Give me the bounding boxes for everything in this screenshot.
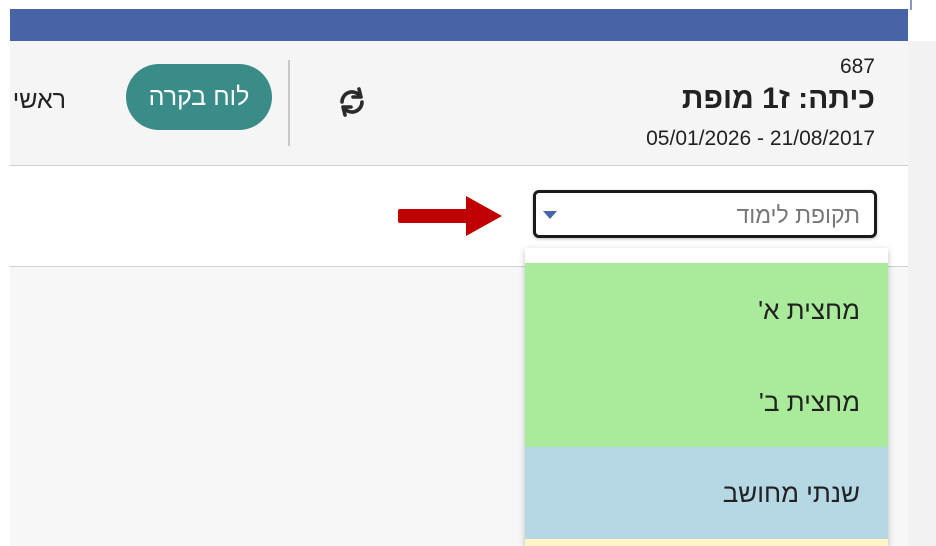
option-annual-calculated[interactable]: שנתי מחושב — [525, 447, 888, 539]
header-divider — [288, 60, 290, 146]
select-placeholder: תקופת לימוד — [736, 202, 860, 228]
study-period-select[interactable]: תקופת לימוד — [533, 190, 877, 238]
class-id: 687 — [839, 55, 875, 78]
study-period-dropdown: מחצית א' מחצית ב' שנתי מחושב — [525, 248, 888, 546]
option-partial[interactable] — [525, 539, 888, 546]
caret-down-icon — [543, 211, 557, 219]
class-title: כיתה: ז1 מופת — [681, 82, 875, 115]
option-half-a[interactable]: מחצית א' — [525, 263, 888, 357]
home-link[interactable]: ראשי — [10, 86, 66, 115]
date-range: 05/01/2026 - 21/08/2017 — [646, 127, 875, 150]
top-bar-edge — [910, 0, 912, 10]
home-link-label: ראשי — [12, 86, 66, 114]
option-label: מחצית א' — [758, 294, 860, 325]
option-label: שנתי מחושב — [722, 477, 860, 508]
annotation-arrow — [398, 196, 502, 236]
refresh-icon — [340, 87, 364, 117]
side-strip — [908, 41, 936, 546]
option-half-b[interactable]: מחצית ב' — [525, 357, 888, 447]
option-label: מחצית ב' — [758, 386, 860, 417]
control-board-button[interactable]: לוח בקרה — [126, 64, 272, 130]
refresh-button[interactable] — [332, 82, 372, 122]
top-bar — [10, 9, 908, 41]
